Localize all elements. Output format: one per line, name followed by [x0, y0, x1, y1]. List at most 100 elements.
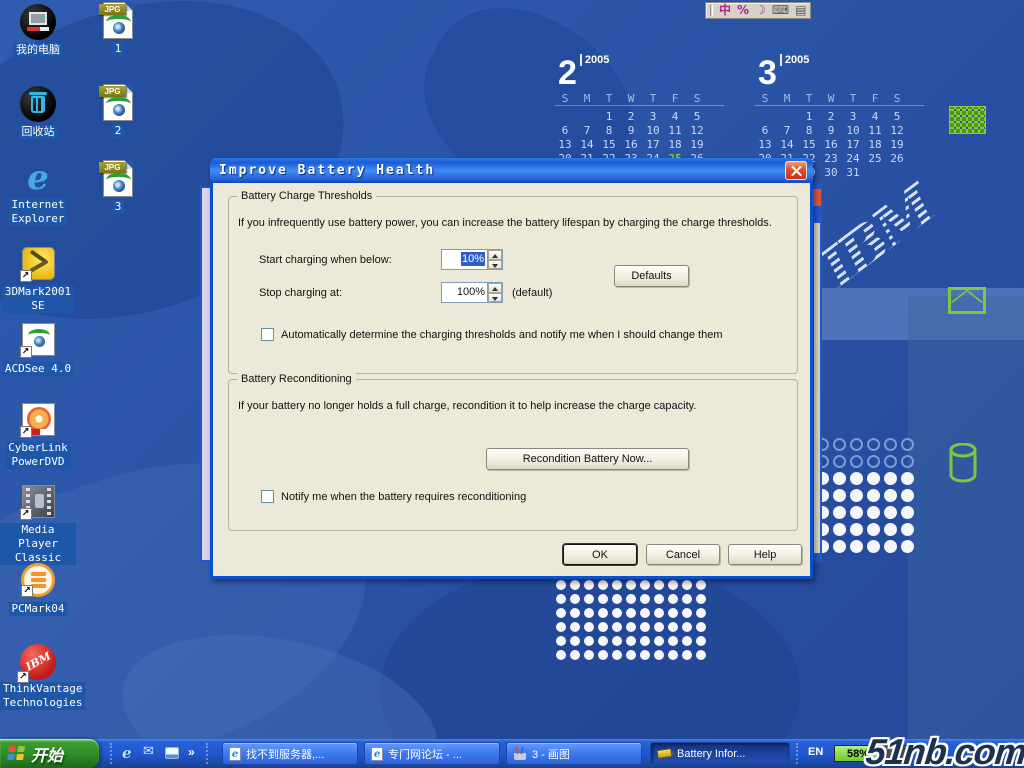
spinner-up-icon[interactable]	[488, 250, 502, 260]
calendar-year: 2005	[780, 54, 809, 66]
desktop-icon-thinkvantage[interactable]: IBM↗ ThinkVantage Technologies	[0, 644, 76, 711]
desktop-icon-powerdvd[interactable]: ↗ CyberLink PowerDVD	[0, 402, 76, 470]
taskbar-button-forum[interactable]: e 专门网论坛 - ...	[364, 742, 500, 765]
dot	[556, 580, 566, 590]
defaults-button[interactable]: Defaults	[614, 265, 689, 287]
desktop-icon-label: CyberLink PowerDVD	[5, 441, 71, 469]
start-charging-value[interactable]: 10%	[442, 250, 487, 269]
dot	[682, 636, 692, 646]
spinner-down-icon[interactable]	[488, 260, 502, 270]
ime-width-toggle-icon[interactable]: %	[737, 3, 749, 18]
dot	[682, 608, 692, 618]
taskbar-button-server-not-found[interactable]: e 找不到服务器,...	[222, 742, 358, 765]
3dmark-icon: ↗	[22, 247, 55, 280]
cancel-button[interactable]: Cancel	[646, 544, 720, 565]
taskbar-button-battery-information[interactable]: Battery Infor...	[650, 742, 790, 765]
ime-chinese-icon[interactable]: 中	[719, 3, 731, 18]
desktop-icon-media-player-classic[interactable]: ↗ Media Player Classic	[0, 484, 76, 566]
calendar-day-header: S	[554, 92, 576, 106]
dot	[556, 636, 566, 646]
group-legend: Battery Reconditioning	[237, 373, 356, 385]
calendar-day-header: W	[820, 92, 842, 106]
dialog-titlebar[interactable]: Improve Battery Health	[210, 158, 813, 183]
background-window-edge	[812, 183, 822, 562]
calendar-title: 22005	[554, 54, 724, 90]
dot	[884, 540, 897, 553]
dot	[884, 506, 897, 519]
dot	[626, 636, 636, 646]
auto-thresholds-checkbox-label: Automatically determine the charging thr…	[281, 329, 722, 341]
recycle-bin-icon	[20, 86, 56, 122]
desktop-icon-recycle-bin[interactable]: 回收站	[0, 86, 76, 140]
dot	[696, 594, 706, 604]
dot	[654, 594, 664, 604]
desktop-icon-label: 1	[112, 42, 125, 56]
start-charging-spinner[interactable]: 10%	[441, 249, 503, 270]
dot	[612, 594, 622, 604]
help-button[interactable]: Help	[728, 544, 802, 565]
dot	[833, 472, 846, 485]
jpg-file-icon: JPG	[103, 84, 133, 121]
stop-charging-value[interactable]: 100%	[442, 283, 487, 302]
default-note: (default)	[512, 287, 552, 299]
ime-punctuation-icon[interactable]: ☽	[755, 3, 766, 18]
media-player-classic-icon: ↗	[22, 485, 55, 518]
desktop-icon-3dmark2001[interactable]: ↗ 3DMark2001 SE	[0, 246, 76, 314]
dot	[668, 622, 678, 632]
grid-icon	[949, 106, 986, 134]
internet-explorer-icon: e	[27, 158, 49, 198]
language-indicator[interactable]: EN	[808, 746, 823, 758]
dot	[850, 489, 863, 502]
auto-thresholds-checkbox[interactable]	[261, 328, 274, 341]
dot	[584, 650, 594, 660]
improve-battery-health-dialog: Improve Battery Health Battery Charge Th…	[210, 158, 813, 579]
taskbar-separator	[796, 743, 798, 764]
desktop-icon-jpg-2[interactable]: JPG 2	[80, 84, 156, 139]
ime-drag-handle[interactable]	[710, 5, 713, 16]
spinner-down-icon[interactable]	[488, 293, 502, 303]
calendar-year: 2005	[580, 54, 609, 66]
quicklaunch-mail-icon[interactable]: ✉	[143, 744, 154, 759]
desktop-icon-internet-explorer[interactable]: e Internet Explorer	[0, 160, 76, 227]
stop-charging-spinner[interactable]: 100%	[441, 282, 503, 303]
dot	[598, 608, 608, 618]
calendar-day-header: T	[642, 92, 664, 106]
task-label: Battery Infor...	[677, 748, 745, 760]
close-icon[interactable]	[785, 161, 807, 180]
desktop-icon-label: Media Player Classic	[0, 523, 76, 565]
calendar-day-header: S	[754, 92, 776, 106]
quicklaunch-overflow-chevron[interactable]: »	[188, 745, 195, 759]
desktop-icon-acdsee[interactable]: ↗ ACDSee 4.0	[0, 322, 76, 377]
desktop-icon-jpg-1[interactable]: JPG 1	[80, 2, 156, 57]
dot	[640, 608, 650, 618]
start-button[interactable]: 开始	[0, 739, 99, 768]
quicklaunch-ie-icon[interactable]: e	[122, 744, 132, 762]
ime-menu-icon[interactable]: ▤	[795, 3, 806, 18]
dot	[654, 650, 664, 660]
ok-button[interactable]: OK	[563, 544, 637, 565]
desktop-icon-pcmark04[interactable]: ↗ PCMark04	[0, 562, 76, 617]
notify-reconditioning-checkbox[interactable]	[261, 490, 274, 503]
dot	[654, 622, 664, 632]
paint-icon	[513, 747, 527, 760]
quicklaunch-show-desktop-icon[interactable]	[165, 747, 179, 759]
dot	[884, 455, 897, 468]
taskbar-button-paint[interactable]: 3 - 画图	[506, 742, 642, 765]
dot	[901, 506, 914, 519]
dot	[556, 650, 566, 660]
shortcut-arrow-icon: ↗	[20, 270, 32, 282]
dot	[570, 622, 580, 632]
battery-charge-thresholds-group: Battery Charge Thresholds If you infrequ…	[228, 196, 798, 374]
spinner-up-icon[interactable]	[488, 283, 502, 293]
desktop-icon-my-computer[interactable]: 我的电脑	[0, 4, 76, 58]
dot	[612, 608, 622, 618]
dot	[570, 594, 580, 604]
ime-language-bar[interactable]: 中 % ☽ ⌨ ▤	[705, 2, 811, 19]
ime-keyboard-icon[interactable]: ⌨	[772, 3, 789, 18]
dot	[598, 622, 608, 632]
dot	[850, 540, 863, 553]
calendar-day-header: T	[598, 92, 620, 106]
calendar-day-header: W	[620, 92, 642, 106]
recondition-battery-button[interactable]: Recondition Battery Now...	[486, 448, 689, 470]
desktop-icon-jpg-3[interactable]: JPG 3	[80, 160, 156, 215]
